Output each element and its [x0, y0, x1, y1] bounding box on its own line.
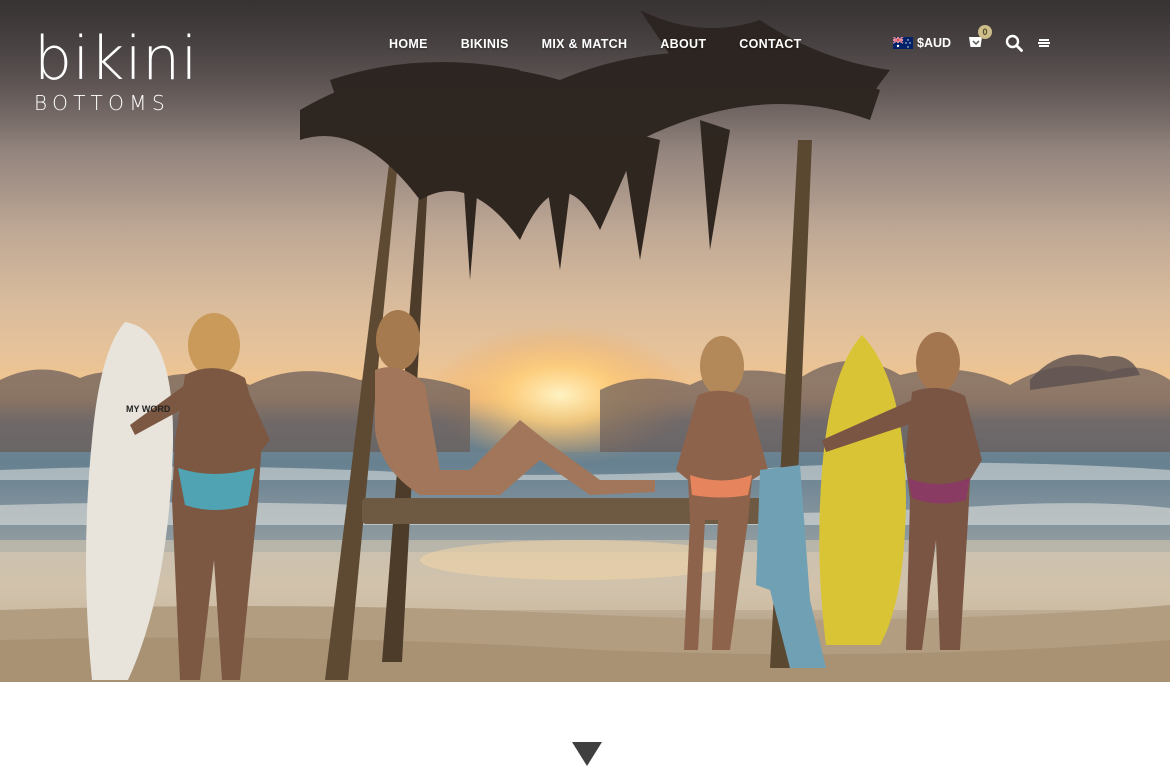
surfboard-text: MY WORD	[126, 404, 171, 414]
currency-label: $AUD	[917, 36, 952, 50]
nav-about[interactable]: ABOUT	[660, 37, 706, 51]
cart-button[interactable]: 0	[967, 25, 993, 52]
nav-mix-match[interactable]: MIX & MATCH	[542, 37, 628, 51]
nav-contact[interactable]: CONTACT	[739, 37, 801, 51]
menu-button[interactable]	[1037, 36, 1051, 50]
search-button[interactable]	[1005, 34, 1023, 52]
nav-home[interactable]: HOME	[389, 37, 428, 51]
logo-main-text: bikini	[34, 24, 198, 94]
main-nav: HOME BIKINIS MIX & MATCH ABOUT CONTACT	[389, 37, 835, 51]
header-utilities: $AUD 0	[893, 25, 1051, 53]
nav-bikinis[interactable]: BIKINIS	[461, 37, 509, 51]
currency-selector[interactable]: $AUD	[893, 36, 951, 50]
cart-count-badge: 0	[978, 25, 993, 39]
menu-icon	[1038, 39, 1051, 47]
australia-flag-icon	[893, 37, 913, 49]
hero-image: MY WORD bikini BOTTOMS HOME BIKINIS MIX …	[0, 0, 1170, 682]
chevron-down-icon[interactable]	[571, 740, 603, 768]
search-icon	[1005, 34, 1023, 52]
logo-sub-text: BOTTOMS	[34, 91, 171, 115]
site-logo[interactable]: bikini BOTTOMS	[34, 28, 198, 114]
